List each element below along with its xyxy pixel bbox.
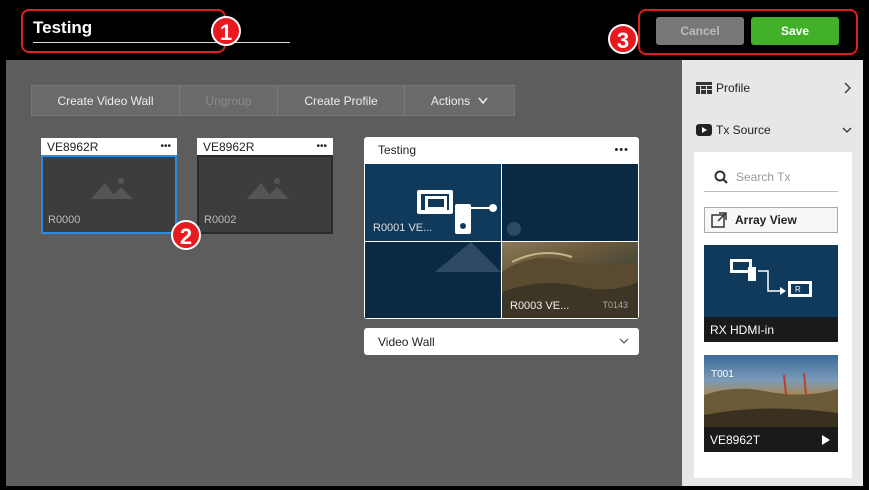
wall-cell-tag: T0143 xyxy=(602,300,628,310)
chevron-down-icon xyxy=(478,97,488,104)
tx-source-section-toggle[interactable]: Tx Source xyxy=(696,120,852,140)
tile-header: VE8962R ••• xyxy=(197,138,333,155)
video-wall-menu-icon[interactable]: ••• xyxy=(614,144,629,156)
video-wall-title: Testing xyxy=(378,143,417,157)
grid-icon xyxy=(696,82,712,94)
cancel-button[interactable]: Cancel xyxy=(656,17,744,45)
video-wall-grid: R0001 VE... R0003 VE... T0143 xyxy=(365,164,638,318)
source-name-bar: VE8962T xyxy=(704,427,838,452)
callout-badge-2: 2 xyxy=(171,220,201,250)
hdmi-rx-icon: R xyxy=(730,259,812,297)
tile-menu-icon[interactable]: ••• xyxy=(160,141,171,152)
image-placeholder-icon xyxy=(507,222,521,236)
tile-menu-icon[interactable]: ••• xyxy=(316,141,327,152)
landscape-photo xyxy=(704,372,838,427)
tx-source-card[interactable]: R RX HDMI-in xyxy=(704,245,838,342)
play-icon[interactable] xyxy=(822,434,830,445)
svg-text:R: R xyxy=(795,285,801,294)
tx-source-card[interactable]: T001 VE8962T xyxy=(704,355,838,452)
wall-cell-label: R0003 VE... xyxy=(510,300,570,312)
tile-device-name: VE8962R xyxy=(47,139,99,154)
array-view-button[interactable]: Array View xyxy=(704,207,838,233)
wall-cell[interactable]: R0001 VE... xyxy=(365,164,501,241)
save-button[interactable]: Save xyxy=(751,17,839,45)
receiver-tile[interactable]: VE8962R ••• R0000 xyxy=(41,138,177,234)
chevron-down-icon xyxy=(619,338,629,344)
tile-receiver-id: R0000 xyxy=(48,214,81,226)
create-profile-button[interactable]: Create Profile xyxy=(278,86,405,115)
expand-icon xyxy=(711,212,727,228)
tx-source-list: Search Tx Array View R RX HDMI-in T001 V… xyxy=(694,152,852,478)
source-thumbnail: R xyxy=(704,245,838,317)
tile-receiver-id: R0002 xyxy=(204,214,237,226)
receiver-tile[interactable]: VE8962R ••• R0002 xyxy=(197,138,333,234)
chevron-down-icon xyxy=(842,127,852,133)
tile-preview: R0002 xyxy=(197,155,333,234)
actions-label: Actions xyxy=(430,93,471,108)
create-video-wall-button[interactable]: Create Video Wall xyxy=(32,86,180,115)
image-placeholder-icon xyxy=(247,178,289,199)
title-underline xyxy=(33,42,290,43)
profile-label: Profile xyxy=(716,81,751,95)
source-name: RX HDMI-in xyxy=(704,317,838,342)
search-tx-input[interactable]: Search Tx xyxy=(704,162,838,192)
image-placeholder-icon xyxy=(435,242,501,272)
layout-select-value: Video Wall xyxy=(378,334,435,349)
video-icon xyxy=(696,124,712,136)
actions-menu[interactable]: Actions xyxy=(405,86,514,115)
wall-cell[interactable] xyxy=(365,242,501,318)
source-name: VE8962T xyxy=(710,432,761,447)
array-view-label: Array View xyxy=(735,213,797,227)
tile-header: VE8962R ••• xyxy=(41,138,177,155)
source-tag: T001 xyxy=(711,369,734,380)
ungroup-button[interactable]: Ungroup xyxy=(180,86,278,115)
chevron-right-icon xyxy=(844,82,851,94)
video-wall-header: Testing ••• xyxy=(364,137,639,163)
main-toolbar: Create Video Wall Ungroup Create Profile… xyxy=(31,85,515,116)
wall-cell[interactable]: R0003 VE... T0143 xyxy=(502,242,638,318)
layout-select[interactable]: Video Wall xyxy=(364,328,639,355)
tile-device-name: VE8962R xyxy=(203,139,255,154)
wall-cell-label: R0001 VE... xyxy=(373,222,433,234)
top-bar: Testing 1 3 Cancel Save xyxy=(6,0,863,60)
video-wall-card[interactable]: Testing ••• R0001 VE... R0003 VE... T014… xyxy=(364,137,639,319)
search-placeholder: Search Tx xyxy=(736,169,791,184)
wall-name-field[interactable]: Testing xyxy=(33,18,92,38)
main-canvas: Create Video Wall Ungroup Create Profile… xyxy=(6,60,682,486)
callout-badge-1: 1 xyxy=(211,16,241,46)
tile-preview: R0000 xyxy=(41,155,177,234)
image-placeholder-icon xyxy=(91,178,133,199)
profile-section-toggle[interactable]: Profile xyxy=(696,78,852,98)
wall-cell[interactable] xyxy=(502,164,638,241)
search-icon xyxy=(714,170,728,184)
right-panel: Profile Tx Source Search Tx Array View R… xyxy=(682,60,863,486)
tx-source-label: Tx Source xyxy=(716,123,771,137)
callout-badge-3: 3 xyxy=(608,24,638,54)
source-thumbnail: T001 xyxy=(704,355,838,427)
